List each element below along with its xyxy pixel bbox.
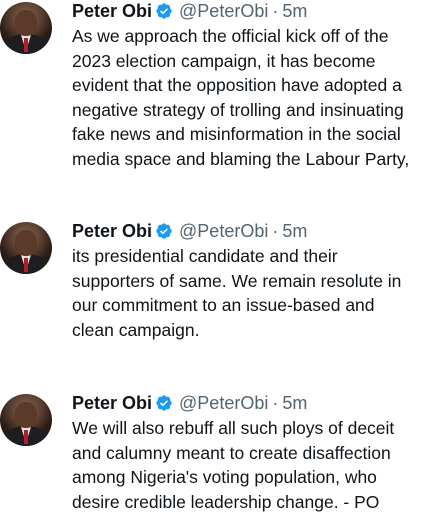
tweet-text-line: supporters of same. We remain resolute i… xyxy=(72,270,402,291)
tweet-text: its presidential candidate and their sup… xyxy=(72,244,428,342)
timestamp[interactable]: 5m xyxy=(282,1,307,21)
tweet-header: Peter Obi @PeterObi · 5m xyxy=(72,0,307,24)
tweet-text-line: We will also rebuff all such ploys of de… xyxy=(72,418,395,438)
separator-dot: · xyxy=(272,221,279,241)
timestamp[interactable]: 5m xyxy=(282,221,307,241)
tweet-text-line: As we approach the official kick off of … xyxy=(72,26,389,46)
tweet-text-line: its presidential candidate and their xyxy=(72,246,338,266)
tweet-text-line: clean campaign. xyxy=(72,319,200,340)
tweet-thread: Peter Obi @PeterObi · 5m As we approach the… xyxy=(0,0,429,512)
tweet-text-line: among Nigeria's voting population, who xyxy=(72,467,377,488)
separator-dot: · xyxy=(272,393,279,413)
timestamp[interactable]: 5m xyxy=(282,393,307,413)
author-name[interactable]: Peter Obi xyxy=(72,221,152,241)
author-name[interactable]: Peter Obi xyxy=(72,393,152,413)
tweet-text-line: fake news and misinformation in the soci… xyxy=(72,124,401,145)
tweet-text-line: desire credible leadership change. - PO xyxy=(72,491,380,512)
tweet-text-line: negative strategy of trolling and insinu… xyxy=(72,99,404,120)
tweet-text-line: and calumny meant to create disaffection xyxy=(72,442,391,463)
avatar[interactable] xyxy=(0,222,52,274)
tweet-header: Peter Obi @PeterObi · 5m xyxy=(72,390,307,416)
avatar[interactable] xyxy=(0,2,52,54)
tweet-text-line: our commitment to an issue-based and xyxy=(72,295,375,316)
separator-dot: · xyxy=(272,1,279,21)
tweet-text-line: media space and blaming the Labour Party… xyxy=(72,148,410,169)
author-handle[interactable]: @PeterObi xyxy=(179,393,268,413)
author-handle[interactable]: @PeterObi xyxy=(179,1,268,21)
author-handle[interactable]: @PeterObi xyxy=(179,221,268,241)
avatar[interactable] xyxy=(0,394,52,446)
tweet-header: Peter Obi @PeterObi · 5m xyxy=(72,218,307,244)
tweet-text: As we approach the official kick off of … xyxy=(72,24,428,172)
tweet-text-line: 2023 election campaign, it has become xyxy=(72,50,376,71)
tweet-text-line: evident that the opposition have adopted… xyxy=(72,75,402,96)
tweet-text: We will also rebuff all such ploys of de… xyxy=(72,416,428,514)
author-name[interactable]: Peter Obi xyxy=(72,1,152,21)
